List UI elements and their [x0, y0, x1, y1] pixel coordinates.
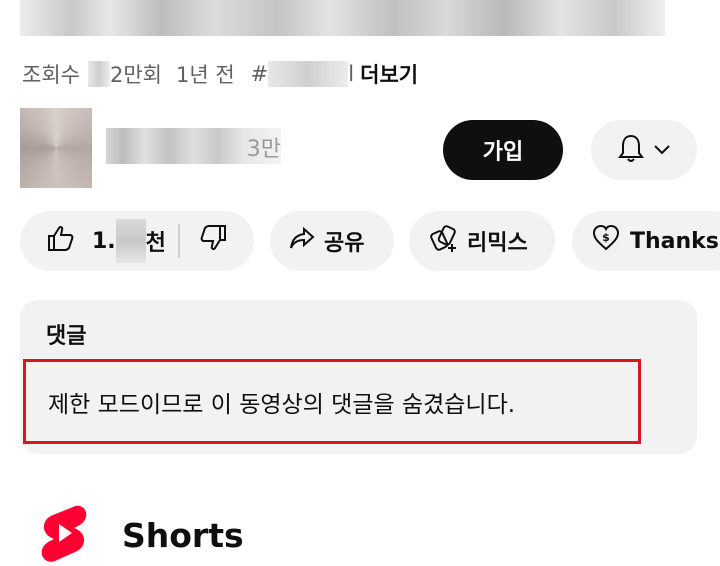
- like-count-prefix: 1.: [92, 228, 116, 254]
- like-divider: [177, 224, 180, 258]
- thanks-button[interactable]: $ Thanks: [572, 211, 720, 271]
- video-title-blurred[interactable]: [20, 0, 665, 36]
- more-link[interactable]: 더보기: [360, 59, 418, 89]
- share-label: 공유: [324, 231, 365, 256]
- shorts-logo-icon: [40, 504, 88, 566]
- views-prefix: 조회수: [22, 63, 80, 87]
- hashtag-prefix: #: [250, 62, 269, 86]
- hashtag-blur: [268, 61, 349, 87]
- shorts-section-header[interactable]: Shorts: [40, 504, 244, 566]
- bell-icon: [617, 133, 645, 167]
- notification-bell-button[interactable]: [591, 120, 697, 180]
- upload-age: 1년 전: [175, 63, 235, 87]
- views-blur: [87, 61, 110, 87]
- share-button[interactable]: 공유: [270, 211, 394, 271]
- remix-button[interactable]: 리믹스: [409, 211, 555, 271]
- like-icon[interactable]: [46, 223, 76, 259]
- comments-restricted-notice: 제한 모드이므로 이 동영상의 댓글을 숨겼습니다.: [23, 359, 641, 444]
- subscriber-count-suffix: 3만: [246, 137, 281, 162]
- shorts-title: Shorts: [122, 515, 244, 555]
- like-count-suffix: 천: [145, 231, 166, 256]
- like-dislike-pill: 1. 천: [20, 211, 254, 271]
- thanks-label: Thanks: [630, 228, 719, 254]
- remix-icon: [429, 223, 459, 259]
- join-button[interactable]: 가입: [443, 120, 563, 180]
- remix-label: 리믹스: [467, 231, 528, 256]
- dislike-icon[interactable]: [198, 223, 228, 259]
- channel-avatar[interactable]: [20, 108, 92, 188]
- views-suffix: 2만회: [109, 63, 162, 87]
- channel-name-blurred[interactable]: 3만: [106, 128, 281, 164]
- like-count-blur: [115, 219, 146, 263]
- notice-text: 제한 모드이므로 이 동영상의 댓글을 숨겼습니다.: [48, 391, 516, 418]
- chevron-down-icon: [653, 141, 671, 160]
- video-meta[interactable]: 조회수 2만회 1년 전 # l 더보기: [22, 58, 418, 90]
- join-label: 가입: [482, 140, 524, 165]
- comments-title: 댓글: [46, 324, 87, 349]
- like-count: 1. 천: [92, 219, 166, 263]
- svg-text:$: $: [602, 231, 610, 244]
- share-icon: [288, 225, 316, 257]
- hashtag-suffix: l: [348, 62, 355, 86]
- thanks-icon: $: [592, 224, 620, 258]
